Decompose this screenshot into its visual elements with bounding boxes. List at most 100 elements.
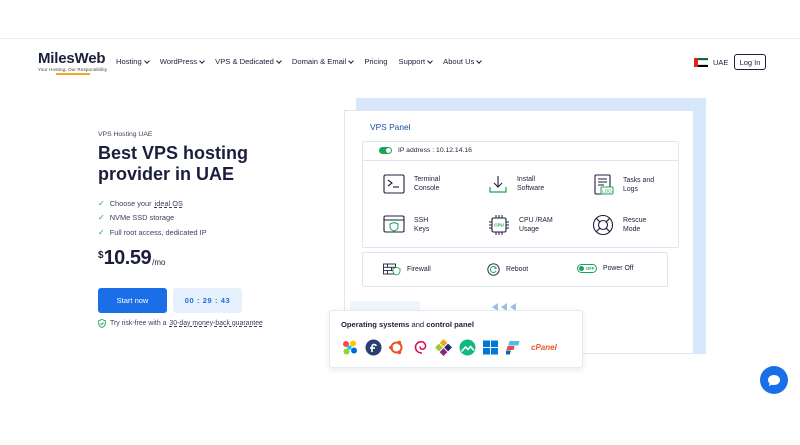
chevron-down-icon	[276, 57, 282, 64]
uae-flag-icon[interactable]	[694, 58, 708, 67]
start-now-button[interactable]: Start now	[98, 288, 167, 313]
panel-title: VPS Panel	[370, 122, 411, 132]
feature-item: ✓ NVMe SSD storage	[98, 211, 207, 226]
tile-tasks-logs[interactable]: LOG Tasks and Logs	[592, 174, 654, 196]
firewall-icon	[383, 263, 401, 276]
nav-label: VPS & Dedicated	[215, 57, 274, 66]
tile-label: Tasks and Logs	[623, 176, 655, 194]
guarantee-text: Try risk-free with a	[110, 320, 167, 327]
chat-button[interactable]	[760, 366, 788, 394]
brand-name: MilesWeb	[38, 50, 106, 67]
action-power-off[interactable]: OFF Power Off	[577, 264, 634, 273]
fedora-icon[interactable]	[365, 339, 382, 356]
terminal-icon	[383, 174, 405, 194]
brand-underline	[56, 73, 90, 75]
feature-text: Full root access, dedicated IP	[109, 227, 207, 237]
ideal-os-link[interactable]: ideal OS	[155, 199, 183, 208]
nav-item-vps-dedicated[interactable]: VPS & Dedicated	[215, 57, 282, 66]
brand-logo[interactable]: MilesWeb Your Hosting, Our Responsibilit…	[38, 50, 107, 75]
chevron-down-icon	[199, 57, 206, 64]
chat-bubble-icon	[768, 374, 780, 386]
hero-eyebrow: VPS Hosting UAE	[98, 131, 153, 138]
nav-item-hosting[interactable]: Hosting	[116, 57, 150, 66]
svg-text:CPU: CPU	[494, 223, 504, 228]
nav-item-support[interactable]: Support	[399, 57, 433, 66]
os-title-part: Operating systems	[341, 320, 410, 329]
ip-address-row: IP address : 10.12.14.16	[362, 141, 679, 161]
brand-tagline: Your Hosting, Our Responsibility	[38, 67, 108, 72]
ssh-key-icon	[383, 215, 405, 233]
tile-rescue-mode[interactable]: Rescue Mode	[592, 214, 646, 236]
nav-item-domain-email[interactable]: Domain & Email	[291, 57, 355, 66]
ip-address-label: IP address : 10.12.14.16	[398, 147, 472, 154]
login-button[interactable]: Log In	[734, 54, 766, 70]
guarantee-note: Try risk-free with a 30-day money-back g…	[98, 319, 263, 328]
almalinux-icon[interactable]	[341, 339, 358, 356]
reboot-icon	[487, 263, 500, 276]
logs-icon: LOG	[594, 174, 614, 195]
feature-text: NVMe SSD storage	[109, 213, 175, 223]
chevron-down-icon	[348, 57, 355, 64]
cpanel-logo[interactable]: cPanel	[531, 343, 557, 352]
check-icon: ✓	[98, 198, 105, 208]
nav-label: Support	[398, 57, 426, 66]
nav-label: About Us	[443, 57, 475, 66]
chevron-down-icon	[427, 57, 433, 64]
nav-item-pricing[interactable]: Pricing	[364, 57, 387, 66]
tile-label: Rescue Mode	[623, 216, 647, 234]
chevron-down-icon	[476, 57, 483, 64]
region-label[interactable]: UAE	[713, 58, 728, 67]
tile-label: SSH Keys	[414, 216, 430, 234]
power-toggle[interactable]: OFF	[577, 264, 597, 273]
price-period: /mo	[152, 258, 166, 267]
tile-ssh-keys[interactable]: SSH Keys	[383, 214, 429, 236]
nav-item-wordpress[interactable]: WordPress	[159, 57, 206, 66]
tile-install-software[interactable]: Install Software	[488, 174, 544, 194]
action-reboot[interactable]: Reboot	[487, 263, 528, 276]
feature-text: Choose your	[109, 198, 152, 208]
os-card-title: Operating systems and control panel	[341, 320, 474, 329]
os-title-part: and	[409, 320, 427, 329]
svg-text:LOG: LOG	[602, 189, 612, 194]
shield-check-icon	[98, 319, 106, 328]
ubuntu-icon[interactable]	[388, 339, 405, 356]
action-label: Power Off	[603, 265, 634, 272]
check-icon: ✓	[98, 227, 105, 237]
main-menu: Hosting WordPress VPS & Dedicated Domain…	[116, 57, 492, 66]
feature-item: ✓ Full root access, dedicated IP	[98, 225, 207, 240]
chevron-down-icon	[143, 57, 150, 64]
plesk-icon[interactable]	[505, 339, 523, 356]
nav-label: Hosting	[116, 57, 142, 66]
action-label: Firewall	[407, 266, 431, 273]
tile-terminal-console[interactable]: Terminal Console	[383, 174, 440, 194]
feature-item: ✓ Choose your ideal OS	[98, 196, 207, 211]
debian-icon[interactable]	[412, 339, 429, 356]
nav-label: Pricing	[364, 57, 388, 66]
page-title: Best VPS hosting provider in UAE	[98, 143, 249, 184]
ip-toggle[interactable]	[379, 147, 392, 154]
header-nav: MilesWeb Your Hosting, Our Responsibilit…	[0, 38, 800, 86]
nav-label: WordPress	[159, 57, 198, 66]
tile-label: Install Software	[517, 175, 545, 193]
check-icon: ✓	[98, 213, 105, 223]
lifebuoy-icon	[592, 214, 614, 236]
price-amount: 10.59	[103, 247, 152, 269]
money-back-guarantee-link[interactable]: 30-day money-back guarantee	[169, 320, 262, 327]
action-firewall[interactable]: Firewall	[383, 263, 431, 276]
cpu-icon: CPU	[489, 215, 509, 235]
centos-icon[interactable]	[435, 339, 452, 356]
tile-cpu-ram-usage[interactable]: CPU CPU /RAM Usage	[488, 214, 553, 236]
tile-label: CPU /RAM Usage	[519, 216, 553, 234]
feature-list: ✓ Choose your ideal OS ✓ NVMe SSD storag…	[98, 196, 207, 240]
action-label: Reboot	[506, 266, 529, 273]
price: $ 10.59 /mo	[98, 247, 165, 270]
tile-label: Terminal Console	[414, 175, 441, 193]
rocky-linux-icon[interactable]	[459, 339, 476, 356]
nav-item-about-us[interactable]: About Us	[443, 57, 483, 66]
windows-icon[interactable]	[482, 339, 499, 356]
os-icon-row: cPanel	[341, 339, 557, 356]
os-title-part: control panel	[426, 320, 474, 329]
nav-label: Domain & Email	[291, 57, 347, 66]
download-icon	[489, 176, 507, 193]
countdown-timer: 00 : 29 : 43	[173, 288, 242, 313]
